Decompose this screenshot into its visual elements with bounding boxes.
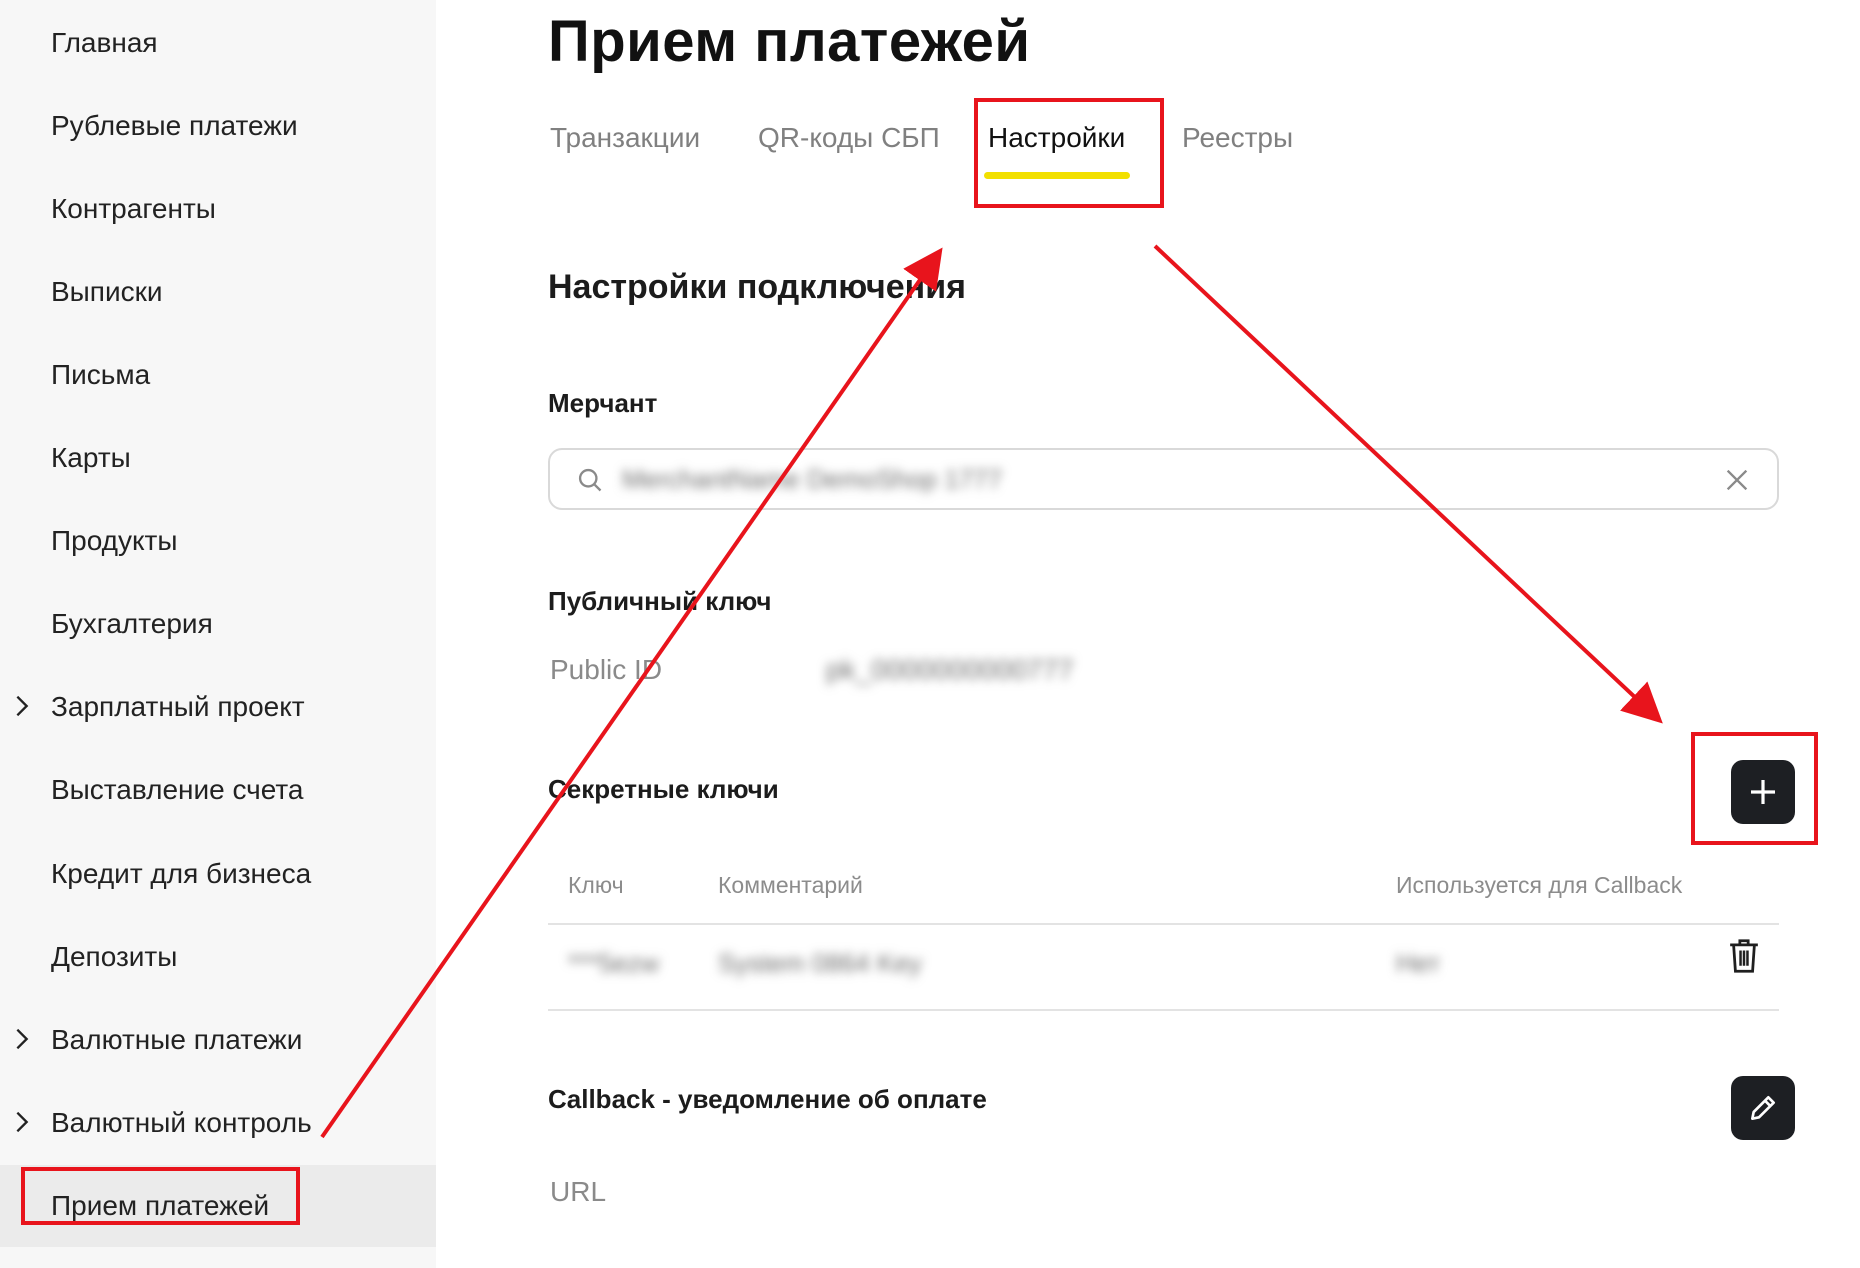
secret-keys-label: Секретные ключи: [548, 774, 779, 804]
sidebar-item-label: Главная: [51, 27, 158, 58]
sidebar-item-label: Валютные платежи: [51, 1024, 303, 1055]
column-header-comment: Комментарий: [718, 872, 863, 898]
chevron-right-icon: [8, 1025, 36, 1053]
sidebar-item-label: Выписки: [51, 276, 163, 307]
sidebar-item-label: Валютный контроль: [51, 1107, 312, 1138]
table-row-divider: [548, 1009, 1779, 1011]
close-icon[interactable]: [1723, 466, 1751, 494]
sidebar-item-label: Контрагенты: [51, 193, 216, 224]
sidebar-item-products[interactable]: Продукты: [0, 500, 436, 582]
sidebar-item-label: Рублевые платежи: [51, 110, 298, 141]
public-id-value: pk_0000000000777: [826, 654, 1074, 685]
sidebar: Главная Рублевые платежи Контрагенты Вып…: [0, 0, 436, 1268]
sidebar-item-label: Выставление счета: [51, 774, 304, 805]
sidebar-item-deposits[interactable]: Депозиты: [0, 916, 436, 998]
callback-url-label: URL: [550, 1176, 607, 1207]
search-icon: [576, 466, 604, 494]
sidebar-item-currency-control[interactable]: Валютный контроль: [0, 1082, 436, 1164]
sidebar-item-counterparties[interactable]: Контрагенты: [0, 168, 436, 250]
public-id-label: Public ID: [550, 654, 663, 685]
table-header-divider: [548, 923, 1779, 925]
merchant-value: MerchantName DemoShop 1777: [622, 464, 1003, 494]
add-button-highlight: [1691, 732, 1818, 845]
chevron-right-icon: [8, 692, 36, 720]
sidebar-item-label: Зарплатный проект: [51, 691, 305, 722]
sidebar-item-cards[interactable]: Карты: [0, 417, 436, 499]
sidebar-item-highlight: [21, 1167, 300, 1225]
tab-transactions[interactable]: Транзакции: [550, 122, 700, 154]
callback-label: Callback - уведомление об оплате: [548, 1084, 987, 1114]
sidebar-item-home[interactable]: Главная: [0, 2, 436, 84]
sidebar-item-business-credit[interactable]: Кредит для бизнеса: [0, 833, 436, 915]
secret-key-callback: Нет: [1396, 948, 1441, 978]
sidebar-item-label: Продукты: [51, 525, 178, 556]
column-header-key: Ключ: [568, 872, 624, 898]
chevron-right-icon: [8, 1108, 36, 1136]
pencil-icon: [1751, 1096, 1775, 1120]
section-title: Настройки подключения: [548, 268, 966, 306]
tab-registries[interactable]: Реестры: [1182, 122, 1293, 154]
sidebar-item-statements[interactable]: Выписки: [0, 251, 436, 333]
page-title: Прием платежей: [548, 9, 1031, 74]
merchant-search-input[interactable]: MerchantName DemoShop 1777: [548, 448, 1779, 510]
sidebar-item-currency-payments[interactable]: Валютные платежи: [0, 999, 436, 1081]
edit-callback-button[interactable]: [1731, 1076, 1795, 1140]
public-key-label: Публичный ключ: [548, 586, 772, 616]
sidebar-item-label: Карты: [51, 442, 131, 473]
tab-sbp-qr-codes[interactable]: QR-коды СБП: [758, 122, 940, 154]
merchant-label: Мерчант: [548, 388, 658, 418]
sidebar-item-ruble-payments[interactable]: Рублевые платежи: [0, 85, 436, 167]
trash-icon[interactable]: [1727, 938, 1761, 974]
secret-key-comment: System 0864 Key: [718, 948, 922, 978]
sidebar-item-salary-project[interactable]: Зарплатный проект: [0, 666, 436, 748]
sidebar-item-accounting[interactable]: Бухгалтерия: [0, 583, 436, 665]
settings-tab-highlight: [974, 98, 1164, 208]
sidebar-item-label: Письма: [51, 359, 151, 390]
sidebar-item-label: Депозиты: [51, 941, 178, 972]
column-header-callback: Используется для Callback: [1396, 872, 1683, 898]
sidebar-item-label: Бухгалтерия: [51, 608, 213, 639]
secret-key-value: ***5ezw: [568, 948, 660, 978]
sidebar-item-label: Кредит для бизнеса: [51, 858, 312, 889]
sidebar-item-letters[interactable]: Письма: [0, 334, 436, 416]
sidebar-item-invoicing[interactable]: Выставление счета: [0, 749, 436, 831]
